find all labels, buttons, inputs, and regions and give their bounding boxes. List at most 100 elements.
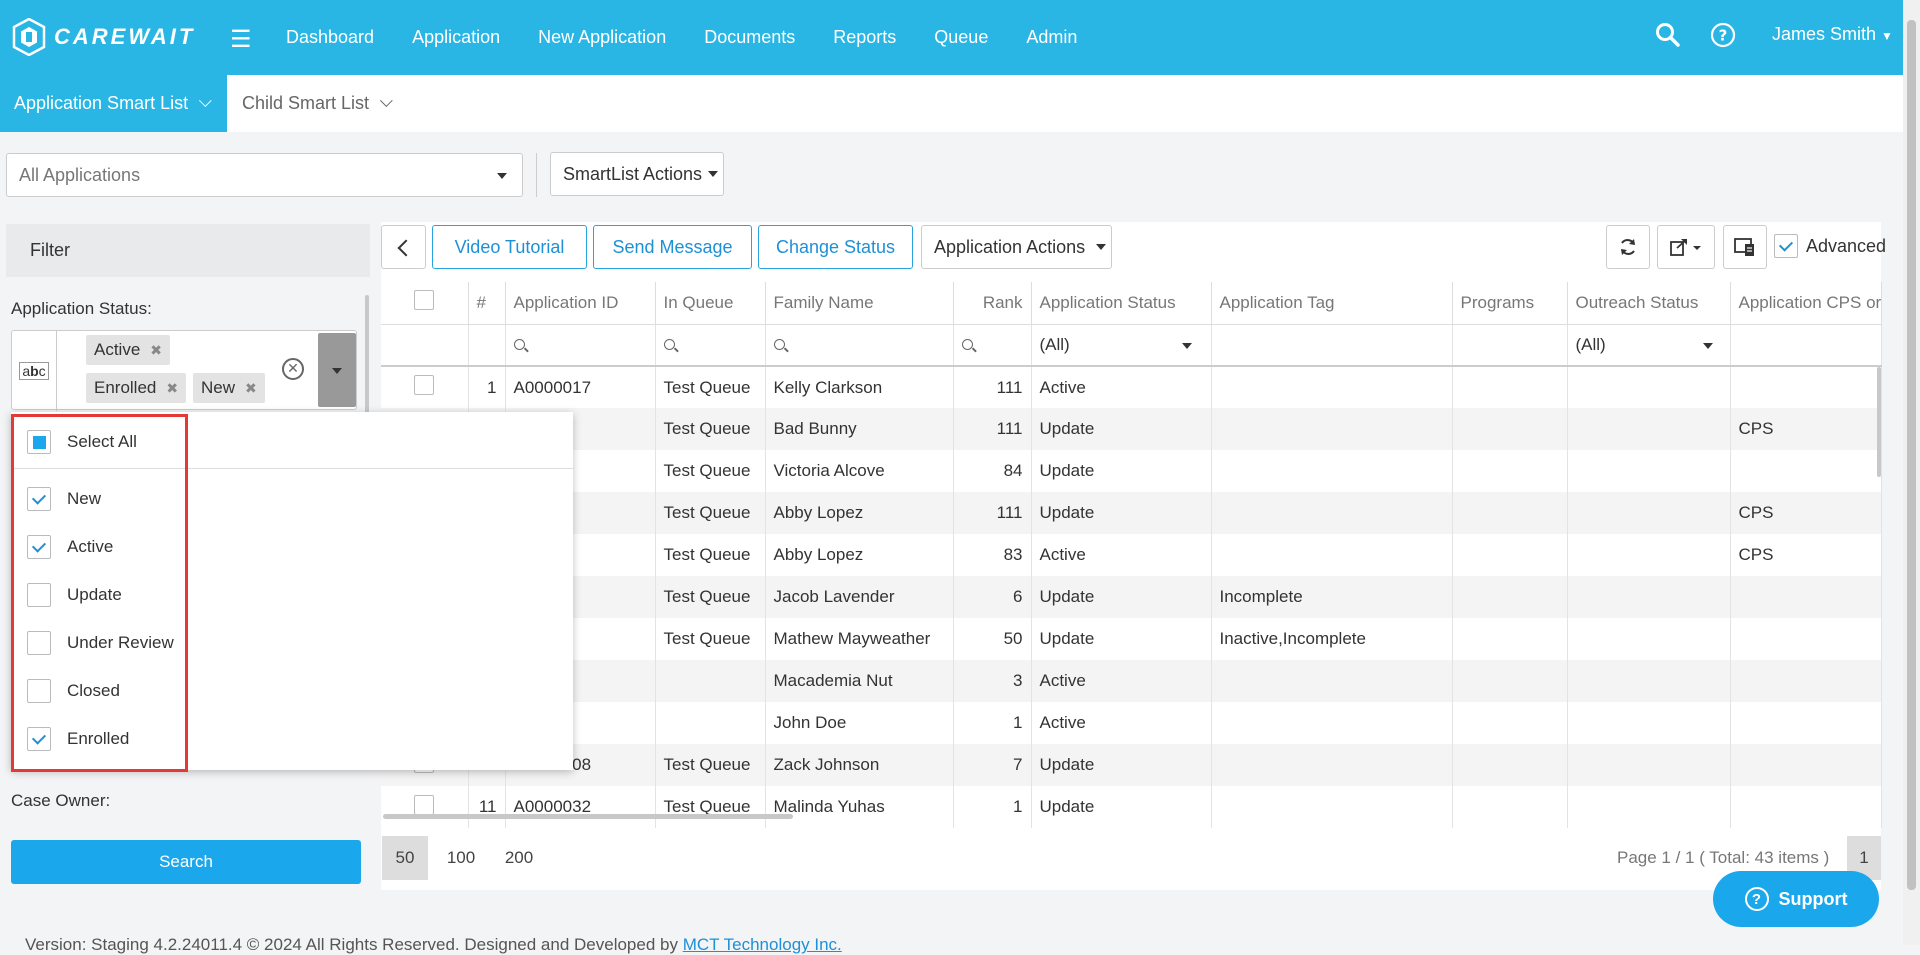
page-size-50[interactable]: 50: [382, 836, 428, 880]
remove-tag-icon[interactable]: ✖: [150, 342, 162, 359]
change-status-button[interactable]: Change Status: [758, 225, 913, 269]
tag-enrolled[interactable]: Enrolled ✖: [86, 373, 187, 403]
collapse-filter-button[interactable]: [381, 225, 426, 269]
col-header-application-id[interactable]: Application ID: [505, 282, 656, 325]
filter-application-tag[interactable]: [1211, 324, 1453, 367]
page-scrollbar[interactable]: [1903, 0, 1920, 945]
grid-vertical-scrollbar[interactable]: [1877, 367, 1881, 477]
smartlist-actions-label: SmartList Actions: [563, 163, 703, 184]
col-header-application-tag[interactable]: Application Tag: [1211, 282, 1453, 325]
application-tag-cell: [1211, 660, 1453, 702]
col-header-outreach-status[interactable]: Outreach Status: [1567, 282, 1731, 325]
row-select[interactable]: [381, 366, 469, 408]
application-id-cell[interactable]: A0000032: [505, 786, 656, 828]
table-row[interactable]: 26Test QueueAbby Lopez111UpdateCPS: [381, 492, 1882, 534]
nav-admin[interactable]: Admin: [1026, 27, 1077, 48]
filter-header[interactable]: Filter: [6, 224, 370, 277]
col-header-programs[interactable]: Programs: [1452, 282, 1568, 325]
nav-queue[interactable]: Queue: [934, 27, 988, 48]
filter-family-name[interactable]: [765, 324, 954, 367]
nav-dashboard[interactable]: Dashboard: [286, 27, 374, 48]
table-row[interactable]: 1 A0000017 Test Queue Kelly Clarkson 111 Acti…: [381, 366, 1882, 408]
application-tag-cell: Incomplete: [1211, 576, 1453, 618]
filter-scrollbar[interactable]: [365, 295, 369, 415]
user-menu[interactable]: James Smith ▼: [1772, 24, 1893, 45]
row-checkbox[interactable]: [414, 794, 434, 815]
filter-application-cps[interactable]: [1730, 324, 1882, 367]
family-name-cell: Bad Bunny: [765, 408, 954, 450]
page-size-100[interactable]: 100: [438, 836, 484, 880]
col-header-family-name[interactable]: Family Name: [765, 282, 954, 325]
col-header-rank[interactable]: Rank: [953, 282, 1032, 325]
brand[interactable]: CAREWAIT: [12, 17, 195, 57]
advanced-checkbox[interactable]: [1774, 234, 1798, 258]
filter-rank[interactable]: [953, 324, 1032, 367]
search-button[interactable]: Search: [11, 840, 361, 884]
help-icon[interactable]: ?: [1710, 22, 1736, 48]
filter-application-id[interactable]: [505, 324, 656, 367]
table-row[interactable]: 11 A0000032 Test Queue Malinda Yuhas 1 Update: [381, 786, 1882, 828]
family-name-cell: Abby Lopez: [765, 534, 954, 576]
filter-programs[interactable]: [1452, 324, 1568, 367]
grid-horizontal-scrollbar[interactable]: [383, 814, 793, 819]
smartlist-actions-dropdown[interactable]: SmartList Actions: [550, 152, 724, 196]
filter-application-status[interactable]: (All): [1031, 324, 1212, 367]
export-button[interactable]: [1657, 225, 1715, 269]
select-all-checkbox[interactable]: [414, 290, 434, 311]
smartlist-selected-value: All Applications: [19, 164, 141, 185]
clear-tags-icon[interactable]: ✕: [282, 358, 304, 380]
refresh-icon: [1621, 239, 1635, 255]
column-chooser-button[interactable]: [1723, 225, 1767, 269]
filter-outreach-status[interactable]: (All): [1567, 324, 1731, 367]
page-size-200[interactable]: 200: [496, 836, 542, 880]
tag-active[interactable]: Active ✖: [86, 335, 171, 365]
table-row[interactable]: 09Test QueueJacob Lavender6UpdateIncompl…: [381, 576, 1882, 618]
table-row[interactable]: 31Test QueueVictoria Alcove84Update: [381, 450, 1882, 492]
tag-new[interactable]: New ✖: [193, 373, 265, 403]
select-all-rows[interactable]: [381, 282, 469, 325]
table-row[interactable]: 12Test QueueMathew Mayweather50UpdateIna…: [381, 618, 1882, 660]
col-header-application-cps[interactable]: Application CPS or: [1730, 282, 1882, 325]
remove-tag-icon[interactable]: ✖: [166, 380, 178, 397]
remove-tag-icon[interactable]: ✖: [245, 380, 257, 397]
application-cps-cell: [1730, 618, 1882, 660]
application-actions-dropdown[interactable]: Application Actions: [921, 225, 1112, 269]
column-chooser-icon: [1734, 238, 1754, 256]
table-row[interactable]: 27Test QueueAbby Lopez83ActiveCPS: [381, 534, 1882, 576]
table-row[interactable]: 40John Doe1Active: [381, 702, 1882, 744]
table-row[interactable]: 10A0000008Test QueueZack Johnson7Update: [381, 744, 1882, 786]
tab-child-smart-list[interactable]: Child Smart List: [242, 75, 393, 132]
search-icon: [773, 338, 785, 350]
col-header-in-queue[interactable]: In Queue: [655, 282, 766, 325]
table-row[interactable]: 39Macademia Nut3Active: [381, 660, 1882, 702]
support-button[interactable]: ? Support: [1713, 871, 1879, 927]
scrollbar-thumb[interactable]: [1907, 20, 1916, 890]
application-status-cell: Update: [1031, 744, 1212, 786]
nav-reports[interactable]: Reports: [833, 27, 896, 48]
smartlist-select[interactable]: All Applications: [6, 153, 523, 197]
send-message-button[interactable]: Send Message: [593, 225, 752, 269]
row-checkbox[interactable]: [414, 375, 434, 395]
in-queue-cell: Test Queue: [655, 786, 766, 828]
table-row[interactable]: 13Test QueueBad Bunny111UpdateCPS: [381, 408, 1882, 450]
application-id-cell[interactable]: A0000017: [505, 366, 656, 408]
refresh-button[interactable]: [1606, 225, 1650, 269]
application-status-cell: Update: [1031, 450, 1212, 492]
advanced-toggle[interactable]: Advanced: [1774, 234, 1886, 258]
hamburger-menu-icon[interactable]: ☰: [230, 25, 252, 54]
family-name-cell: Zack Johnson: [765, 744, 954, 786]
application-tag-cell: [1211, 366, 1453, 408]
video-tutorial-button[interactable]: Video Tutorial: [432, 225, 587, 269]
tab-application-smart-list[interactable]: Application Smart List: [0, 75, 227, 132]
application-status-tagbox[interactable]: abc Active ✖ Enrolled ✖ New ✖ ✕: [11, 330, 357, 411]
status-dropdown-button[interactable]: [318, 333, 356, 407]
tag-label: Enrolled: [94, 378, 157, 397]
search-icon[interactable]: [1655, 22, 1681, 48]
filter-in-queue[interactable]: [655, 324, 766, 367]
nav-documents[interactable]: Documents: [704, 27, 795, 48]
nav-application[interactable]: Application: [412, 27, 500, 48]
row-select[interactable]: [381, 786, 469, 828]
nav-new-application[interactable]: New Application: [538, 27, 666, 48]
col-header-application-status[interactable]: Application Status: [1031, 282, 1212, 325]
col-header-number[interactable]: #: [468, 282, 506, 325]
